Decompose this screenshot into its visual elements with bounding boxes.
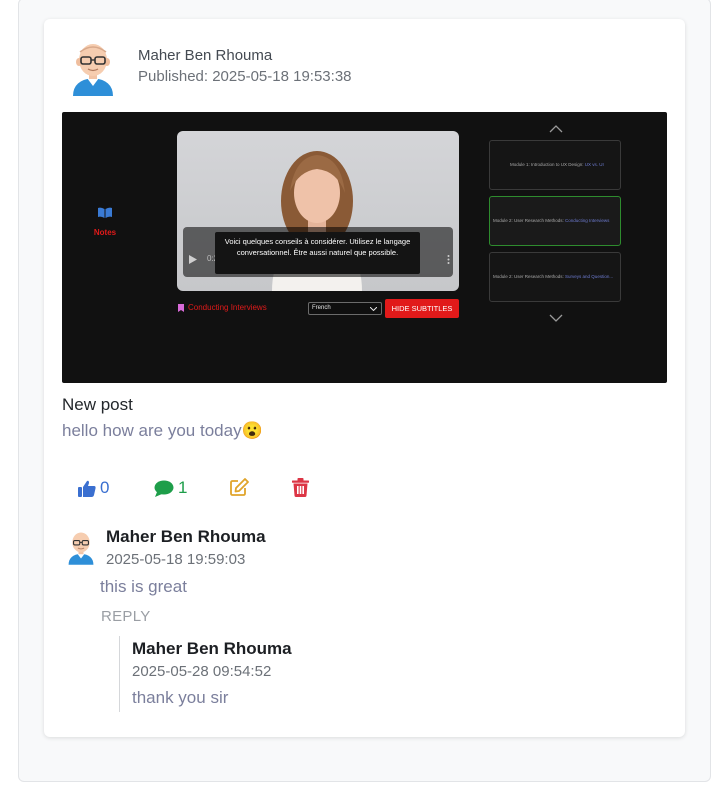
thumbs-up-icon <box>78 480 96 497</box>
notes-panel[interactable]: Notes <box>90 206 120 237</box>
language-selected: French <box>312 305 331 311</box>
chevron-down-icon[interactable] <box>549 314 563 322</box>
post-author-name: Maher Ben Rhouma <box>138 47 273 64</box>
reply-divider <box>119 636 120 712</box>
bookmark-icon <box>178 303 184 312</box>
post-body: hello how are you today😮 <box>62 421 263 440</box>
hide-subtitles-button[interactable]: HIDE SUBTITLES <box>385 299 459 318</box>
comment-avatar <box>66 530 96 566</box>
module-highlight: Surveys and Question... <box>565 274 614 279</box>
module-label: Module 2: User Research Methods: <box>493 218 566 223</box>
subtitle-box: Voici quelques conseils à considérer. Ut… <box>215 232 420 274</box>
comment-text: this is great <box>100 577 187 596</box>
comment-button[interactable]: 1 <box>154 478 187 498</box>
author-avatar <box>70 40 116 98</box>
edit-button[interactable] <box>230 478 249 496</box>
reply-button[interactable]: REPLY <box>101 608 151 625</box>
like-button[interactable]: 0 <box>78 478 109 498</box>
module-card[interactable]: Module 2: User Research Methods: Surveys… <box>489 252 621 302</box>
module-label: Module 1: Introduction to UX Design: <box>510 162 585 167</box>
lesson-title-label: Conducting Interviews <box>188 303 267 312</box>
trash-icon <box>292 478 309 497</box>
lesson-title: Conducting Interviews <box>178 303 267 312</box>
delete-button[interactable] <box>292 478 309 497</box>
reply-text: thank you sir <box>132 688 229 707</box>
module-highlight: Conducting Interviews <box>565 218 610 223</box>
more-options-icon[interactable] <box>447 255 450 264</box>
notes-label: Notes <box>93 228 117 237</box>
reply-date: 2025-05-28 09:54:52 <box>132 663 272 680</box>
reply-author: Maher Ben Rhouma <box>132 639 292 658</box>
edit-icon <box>230 478 249 496</box>
chevron-down-icon <box>370 307 377 311</box>
video-player[interactable]: 0:2 Voici quelques conseils à considérer… <box>177 131 459 291</box>
play-icon[interactable] <box>189 255 197 264</box>
like-count: 0 <box>100 478 110 497</box>
post-title: New post <box>62 395 133 414</box>
chevron-up-icon[interactable] <box>549 125 563 133</box>
post-media[interactable]: Notes 0:2 Voici quelques conseils à cons… <box>62 112 667 383</box>
post-published-date: Published: 2025-05-18 19:53:38 <box>138 68 352 85</box>
module-highlight: UX vs. UI <box>584 162 604 167</box>
module-card[interactable]: Module 1: Introduction to UX Design: UX … <box>489 140 621 190</box>
module-label: Module 2: User Research Methods: <box>493 274 566 279</box>
comment-count: 1 <box>178 478 188 497</box>
book-icon <box>98 207 112 218</box>
language-select[interactable]: French <box>308 302 382 315</box>
comment-date: 2025-05-18 19:59:03 <box>106 551 246 568</box>
comment-icon <box>154 480 174 497</box>
comment-author: Maher Ben Rhouma <box>106 527 266 546</box>
module-card-active[interactable]: Module 2: User Research Methods: Conduct… <box>489 196 621 246</box>
